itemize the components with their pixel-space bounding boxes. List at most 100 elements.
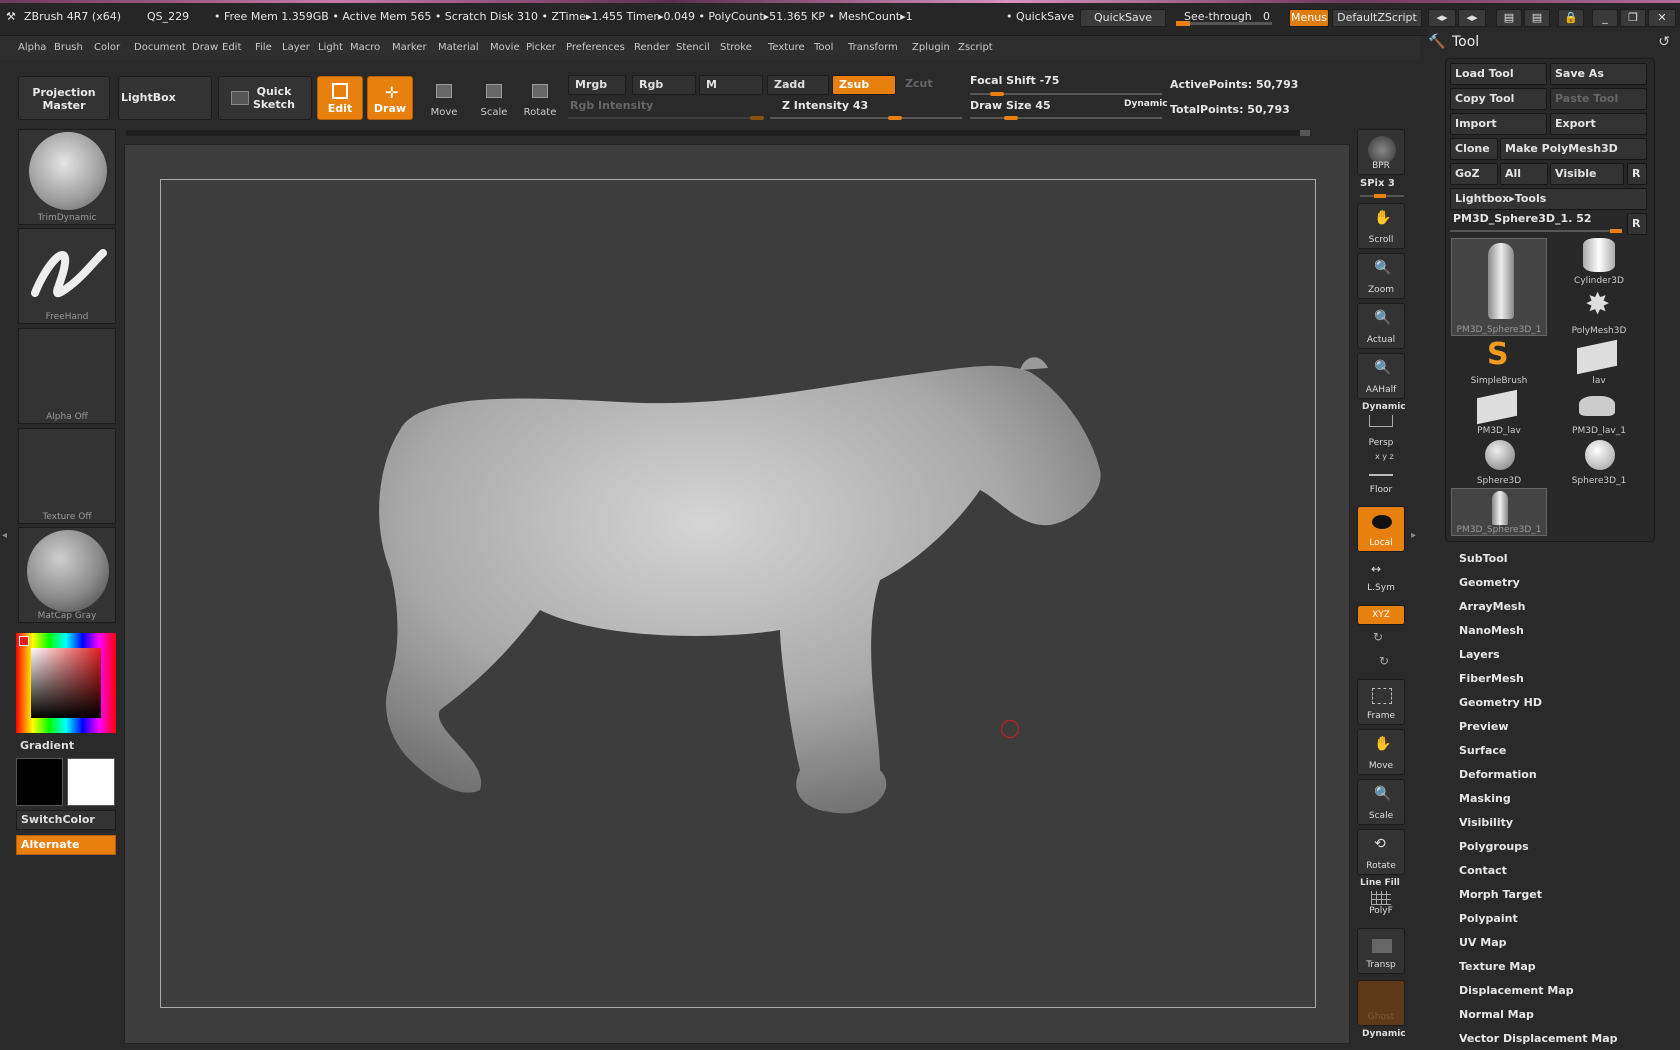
floor-button[interactable]: Floor [1357, 462, 1405, 498]
see-through-slider[interactable] [1176, 21, 1272, 26]
menu-item-render[interactable]: Render [634, 42, 670, 53]
maximize-icon[interactable]: ❐ [1620, 9, 1646, 27]
tool-item[interactable]: Sphere3D [1451, 438, 1547, 486]
draw-size-slider[interactable]: Draw Size 45 [970, 99, 1051, 112]
aahalf-button[interactable]: 🔍 AAHalf [1357, 353, 1405, 399]
ghost-button[interactable]: Ghost [1357, 980, 1405, 1026]
floor-axes[interactable]: x y z [1375, 452, 1394, 461]
tool-section-texture-map[interactable]: Texture Map [1459, 960, 1536, 973]
current-tool-r-button[interactable]: R [1627, 213, 1647, 235]
tool-item[interactable]: PM3D_lav_1 [1551, 388, 1647, 436]
rgb-intensity-slider[interactable]: Rgb Intensity [570, 99, 653, 112]
top-scrollbar[interactable] [126, 130, 1310, 136]
menu-item-stroke[interactable]: Stroke [720, 42, 752, 53]
current-tool-slider[interactable] [1450, 229, 1622, 233]
move-view-button[interactable]: ✋ Move [1357, 729, 1405, 775]
menu-item-layer[interactable]: Layer [282, 42, 310, 53]
goz-visible-button[interactable]: Visible [1550, 163, 1624, 185]
tool-section-contact[interactable]: Contact [1459, 864, 1507, 877]
menu-item-brush[interactable]: Brush [54, 42, 83, 53]
color-picker[interactable] [16, 633, 116, 733]
menu-item-draw[interactable]: Draw [192, 42, 218, 53]
load-tool-button[interactable]: Load Tool [1450, 63, 1547, 85]
menu-item-material[interactable]: Material [438, 42, 479, 53]
goz-button[interactable]: GoZ [1450, 163, 1498, 185]
focal-shift-slider[interactable]: Focal Shift -75 [970, 74, 1059, 87]
edit-button[interactable]: Edit [317, 76, 363, 120]
tool-section-normal-map[interactable]: Normal Map [1459, 1008, 1534, 1021]
lightbox-tools-button[interactable]: Lightbox▸Tools [1450, 188, 1647, 210]
tool-section-masking[interactable]: Masking [1459, 792, 1511, 805]
scroll-left-icon[interactable]: ◂▸ [1428, 9, 1456, 27]
zadd-button[interactable]: Zadd [767, 75, 829, 95]
script-button[interactable]: DefaultZScript [1332, 9, 1422, 27]
transp-button[interactable]: Transp [1357, 928, 1405, 974]
local-button[interactable]: Local [1357, 506, 1405, 552]
tool-section-layers[interactable]: Layers [1459, 648, 1500, 661]
tool-section-polygroups[interactable]: Polygroups [1459, 840, 1529, 853]
goz-all-button[interactable]: All [1500, 163, 1548, 185]
bpr-button[interactable]: BPR [1357, 129, 1405, 175]
rgb-intensity-track[interactable] [568, 117, 764, 119]
spix-slider[interactable]: SPix 3 [1360, 178, 1395, 189]
rotate-z-icon[interactable]: ↻ [1379, 654, 1389, 668]
alternate-button[interactable]: Alternate [16, 835, 116, 855]
menu-item-color[interactable]: Color [94, 42, 120, 53]
menus-button[interactable]: Menus [1289, 9, 1329, 27]
tool-section-geometry-hd[interactable]: Geometry HD [1459, 696, 1542, 709]
clone-button[interactable]: Clone [1450, 138, 1498, 160]
main-color-swatch[interactable] [16, 758, 63, 806]
scroll-button[interactable]: ✋ Scroll [1357, 203, 1405, 249]
rotate-button[interactable]: Rotate [516, 80, 564, 120]
menu-item-edit[interactable]: Edit [222, 42, 241, 53]
tool-item[interactable]: PM3D_lav [1451, 388, 1547, 436]
menu-item-light[interactable]: Light [318, 42, 343, 53]
menu-item-tool[interactable]: Tool [814, 42, 833, 53]
color-square[interactable] [31, 648, 101, 718]
tool-section-displacement-map[interactable]: Displacement Map [1459, 984, 1574, 997]
menu-item-movie[interactable]: Movie [490, 42, 520, 53]
menu-item-file[interactable]: File [255, 42, 272, 53]
tool-section-morph-target[interactable]: Morph Target [1459, 888, 1542, 901]
tool-item[interactable]: Cylinder3D [1551, 238, 1647, 286]
focal-shift-knob[interactable] [990, 92, 1004, 96]
lioness-3d-model[interactable] [360, 350, 1110, 830]
material-thumbnail[interactable]: MatCap Gray [18, 527, 116, 623]
zsub-button[interactable]: Zsub [832, 75, 896, 95]
menu-item-macro[interactable]: Macro [350, 42, 380, 53]
scale-view-button[interactable]: 🔍 Scale [1357, 779, 1405, 825]
projection-master-button[interactable]: Projection Master [18, 76, 110, 120]
gradient-label[interactable]: Gradient [20, 739, 74, 752]
left-collapse-icon[interactable]: ◂ [2, 530, 10, 554]
tool-section-subtool[interactable]: SubTool [1459, 552, 1508, 565]
menu-item-transform[interactable]: Transform [848, 42, 898, 53]
right-collapse-icon[interactable]: ▸ [1411, 530, 1419, 554]
tool-section-uv-map[interactable]: UV Map [1459, 936, 1507, 949]
menu-item-texture[interactable]: Texture [768, 42, 805, 53]
rgb-button[interactable]: Rgb [632, 75, 696, 95]
draw-size-knob[interactable] [1004, 116, 1018, 120]
spix-track[interactable] [1360, 194, 1404, 198]
scale-button[interactable]: Scale [470, 80, 518, 120]
current-tool-name[interactable]: PM3D_Sphere3D_1. 52 [1453, 212, 1592, 225]
import-button[interactable]: Import [1450, 113, 1547, 135]
polyf-button[interactable]: PolyF [1357, 887, 1405, 919]
tool-section-arraymesh[interactable]: ArrayMesh [1459, 600, 1525, 613]
tool-item[interactable]: PM3D_Sphere3D_1 [1451, 488, 1547, 536]
rgb-intensity-knob[interactable] [750, 116, 764, 120]
tool-section-preview[interactable]: Preview [1459, 720, 1509, 733]
menu-item-marker[interactable]: Marker [392, 42, 427, 53]
layout2-icon[interactable]: ▤ [1524, 9, 1550, 27]
z-intensity-knob[interactable] [888, 116, 902, 120]
paste-tool-button[interactable]: Paste Tool [1550, 88, 1647, 110]
secondary-color-swatch[interactable] [67, 758, 115, 806]
zoom-button[interactable]: 🔍 Zoom [1357, 253, 1405, 299]
quick-sketch-button[interactable]: Quick Sketch [218, 76, 312, 120]
frame-button[interactable]: Frame [1357, 679, 1405, 725]
tool-reset-icon[interactable]: ↺ [1658, 34, 1670, 50]
tool-item[interactable]: PM3D_Sphere3D_1 [1451, 238, 1547, 336]
menu-item-zscript[interactable]: Zscript [958, 42, 993, 53]
menu-item-stencil[interactable]: Stencil [676, 42, 710, 53]
texture-thumbnail[interactable]: Texture Off [18, 428, 116, 524]
tool-section-polypaint[interactable]: Polypaint [1459, 912, 1518, 925]
